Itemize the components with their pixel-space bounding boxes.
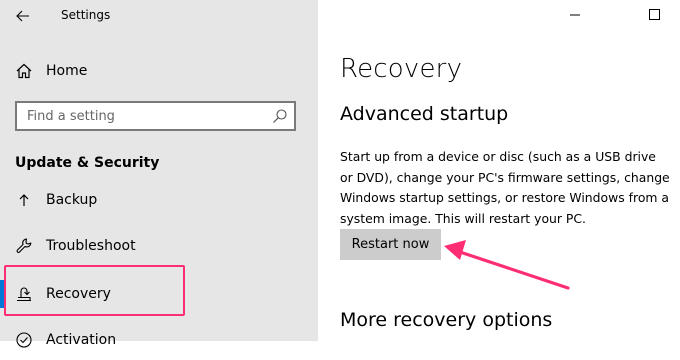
annotation-arrow-icon [444,240,570,290]
sidebar-item-backup[interactable]: Backup [0,180,318,220]
section-title: Update & Security [15,155,160,171]
search-box[interactable] [15,101,296,131]
back-button[interactable] [10,6,36,26]
check-circle-icon [14,330,34,350]
sidebar-item-label: Troubleshoot [46,238,136,254]
sidebar-item-label: Home [46,63,88,79]
page-title: Recovery [340,54,463,84]
minimize-button[interactable] [552,0,598,30]
maximize-icon [649,9,660,20]
minimize-icon [570,14,580,16]
sidebar-item-troubleshoot[interactable]: Troubleshoot [0,226,318,266]
search-input[interactable] [17,103,257,129]
recovery-highlight-box [4,265,185,316]
home-icon [14,61,34,81]
sidebar: Settings Home Update & Security Backup [0,0,318,348]
more-recovery-options-heading: More recovery options [340,309,553,331]
sidebar-item-label: Activation [46,332,117,348]
sidebar-item-home[interactable]: Home [0,51,318,91]
advanced-startup-description: Start up from a device or disc (such as … [340,149,670,226]
search-icon[interactable] [272,108,288,124]
wrench-icon [14,236,34,256]
backup-icon [14,190,34,210]
back-arrow-icon [16,10,29,22]
sidebar-item-label: Backup [46,192,98,208]
sidebar-item-activation[interactable]: Activation [0,320,318,360]
restart-now-button[interactable]: Restart now [340,229,441,260]
maximize-button[interactable] [632,0,678,30]
app-title: Settings [61,8,111,22]
advanced-startup-heading: Advanced startup [340,103,509,125]
